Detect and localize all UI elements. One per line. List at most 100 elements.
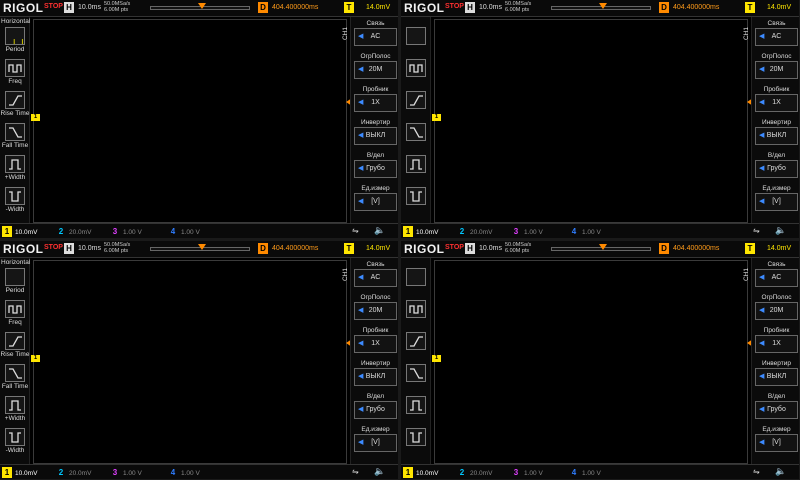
measure-period-button[interactable]: Period <box>3 27 27 55</box>
run-status[interactable]: STOP <box>445 244 464 251</box>
channel-menu-item[interactable]: ОгрПолос ◀ 20M <box>354 293 397 323</box>
measure-fall-time-button[interactable] <box>404 123 428 151</box>
channel-1-status[interactable]: 1 10.0mV <box>403 467 438 478</box>
menu-item-value-box[interactable]: ◀ 20M <box>354 302 397 320</box>
measure-fall-time-button[interactable] <box>404 364 428 392</box>
channel-menu-item[interactable]: Пробник ◀ 1X <box>755 85 798 115</box>
menu-item-value-box[interactable]: ◀ [V] <box>755 434 798 452</box>
speaker-icon[interactable]: 🔈 <box>374 225 385 236</box>
channel-3-status[interactable]: 3 1.00 V <box>511 467 543 478</box>
measure-freq-button[interactable] <box>404 300 428 328</box>
menu-item-value-box[interactable]: ◀ ВЫКЛ <box>755 368 798 386</box>
channel-menu-item[interactable]: Связь ◀ AC <box>354 260 397 290</box>
speaker-icon[interactable]: 🔈 <box>775 466 786 477</box>
channel-menu-item[interactable]: Ед.измер ◀ [V] <box>354 184 397 214</box>
run-status[interactable]: STOP <box>445 3 464 10</box>
channel-menu-item[interactable]: Пробник ◀ 1X <box>354 326 397 356</box>
run-status[interactable]: STOP <box>44 3 63 10</box>
channel-1-status[interactable]: 1 10.0mV <box>2 467 37 478</box>
menu-item-value-box[interactable]: ◀ 20M <box>354 61 397 79</box>
channel-4-status[interactable]: 4 1.00 V <box>168 226 200 237</box>
menu-item-value-box[interactable]: ◀ 1X <box>354 335 397 353</box>
menu-item-value-box[interactable]: ◀ 1X <box>354 94 397 112</box>
speaker-icon[interactable]: 🔈 <box>374 466 385 477</box>
measure-period-button[interactable]: Period <box>3 268 27 296</box>
channel-menu-item[interactable]: Ед.измер ◀ [V] <box>755 425 798 455</box>
channel-menu-item[interactable]: ОгрПолос ◀ 20M <box>354 52 397 82</box>
channel-menu-item[interactable]: В/дел ◀ Грубо <box>354 151 397 181</box>
channel-3-status[interactable]: 3 1.00 V <box>110 226 142 237</box>
measure-pos-width-button[interactable] <box>404 155 428 183</box>
measure-rise-time-button[interactable] <box>404 332 428 360</box>
measure-freq-button[interactable]: Freq <box>3 300 27 328</box>
menu-item-value-box[interactable]: ◀ AC <box>755 269 798 287</box>
menu-item-value-box[interactable]: ◀ Грубо <box>755 160 798 178</box>
channel-2-status[interactable]: 2 20.0mV <box>56 226 92 237</box>
menu-item-value-box[interactable]: ◀ AC <box>354 28 397 46</box>
measure-freq-button[interactable] <box>404 59 428 87</box>
channel-2-status[interactable]: 2 20.0mV <box>56 467 92 478</box>
measure-pos-width-button[interactable]: +Width <box>3 155 27 183</box>
channel-menu-item[interactable]: Ед.измер ◀ [V] <box>354 425 397 455</box>
channel-4-status[interactable]: 4 1.00 V <box>569 226 601 237</box>
channel-1-status[interactable]: 1 10.0mV <box>403 226 438 237</box>
ch1-offset-marker[interactable]: 1 <box>31 114 40 121</box>
channel-menu-item[interactable]: Инвертир ◀ ВЫКЛ <box>354 359 397 389</box>
channel-menu-item[interactable]: В/дел ◀ Грубо <box>755 392 798 422</box>
menu-item-value-box[interactable]: ◀ ВЫКЛ <box>755 127 798 145</box>
channel-2-status[interactable]: 2 20.0mV <box>457 467 493 478</box>
measure-fall-time-button[interactable]: Fall Time <box>2 123 28 151</box>
channel-menu-item[interactable]: ОгрПолос ◀ 20M <box>755 293 798 323</box>
measure-freq-button[interactable]: Freq <box>3 59 27 87</box>
menu-item-value-box[interactable]: ◀ [V] <box>354 434 397 452</box>
channel-menu-item[interactable]: Инвертир ◀ ВЫКЛ <box>755 118 798 148</box>
menu-item-value-box[interactable]: ◀ 1X <box>755 335 798 353</box>
channel-menu-item[interactable]: В/дел ◀ Грубо <box>354 392 397 422</box>
channel-menu-item[interactable]: Инвертир ◀ ВЫКЛ <box>755 359 798 389</box>
channel-menu-item[interactable]: Связь ◀ AC <box>755 260 798 290</box>
channel-menu-item[interactable]: В/дел ◀ Грубо <box>755 151 798 181</box>
channel-3-status[interactable]: 3 1.00 V <box>110 467 142 478</box>
menu-item-value-box[interactable]: ◀ AC <box>755 28 798 46</box>
measure-pos-width-button[interactable] <box>404 396 428 424</box>
measure-pos-width-button[interactable]: +Width <box>3 396 27 424</box>
measure-neg-width-button[interactable] <box>404 187 428 215</box>
menu-item-value-box[interactable]: ◀ Грубо <box>354 401 397 419</box>
menu-item-value-box[interactable]: ◀ [V] <box>755 193 798 211</box>
channel-4-status[interactable]: 4 1.00 V <box>168 467 200 478</box>
measure-period-button[interactable] <box>404 27 428 55</box>
ch1-offset-marker[interactable]: 1 <box>432 355 441 362</box>
channel-menu-item[interactable]: Ед.измер ◀ [V] <box>755 184 798 214</box>
channel-menu-item[interactable]: Инвертир ◀ ВЫКЛ <box>354 118 397 148</box>
run-status[interactable]: STOP <box>44 244 63 251</box>
channel-menu-item[interactable]: Пробник ◀ 1X <box>755 326 798 356</box>
channel-1-status[interactable]: 1 10.0mV <box>2 226 37 237</box>
menu-item-value-box[interactable]: ◀ 1X <box>755 94 798 112</box>
measure-rise-time-button[interactable]: Rise Time <box>1 332 29 360</box>
channel-4-status[interactable]: 4 1.00 V <box>569 467 601 478</box>
menu-item-value-box[interactable]: ◀ ВЫКЛ <box>354 368 397 386</box>
ch1-offset-marker[interactable]: 1 <box>31 355 40 362</box>
menu-item-value-box[interactable]: ◀ [V] <box>354 193 397 211</box>
measure-fall-time-button[interactable]: Fall Time <box>2 364 28 392</box>
channel-3-status[interactable]: 3 1.00 V <box>511 226 543 237</box>
measure-neg-width-button[interactable]: -Width <box>3 187 27 215</box>
menu-item-value-box[interactable]: ◀ Грубо <box>755 401 798 419</box>
measure-rise-time-button[interactable]: Rise Time <box>1 91 29 119</box>
menu-item-value-box[interactable]: ◀ ВЫКЛ <box>354 127 397 145</box>
menu-item-value-box[interactable]: ◀ 20M <box>755 61 798 79</box>
measure-rise-time-button[interactable] <box>404 91 428 119</box>
menu-item-value-box[interactable]: ◀ 20M <box>755 302 798 320</box>
measure-neg-width-button[interactable]: -Width <box>3 428 27 456</box>
channel-menu-item[interactable]: Связь ◀ AC <box>755 19 798 49</box>
channel-2-status[interactable]: 2 20.0mV <box>457 226 493 237</box>
ch1-offset-marker[interactable]: 1 <box>432 114 441 121</box>
speaker-icon[interactable]: 🔈 <box>775 225 786 236</box>
channel-menu-item[interactable]: Связь ◀ AC <box>354 19 397 49</box>
menu-item-value-box[interactable]: ◀ AC <box>354 269 397 287</box>
measure-neg-width-button[interactable] <box>404 428 428 456</box>
channel-menu-item[interactable]: Пробник ◀ 1X <box>354 85 397 115</box>
measure-period-button[interactable] <box>404 268 428 296</box>
channel-menu-item[interactable]: ОгрПолос ◀ 20M <box>755 52 798 82</box>
menu-item-value-box[interactable]: ◀ Грубо <box>354 160 397 178</box>
